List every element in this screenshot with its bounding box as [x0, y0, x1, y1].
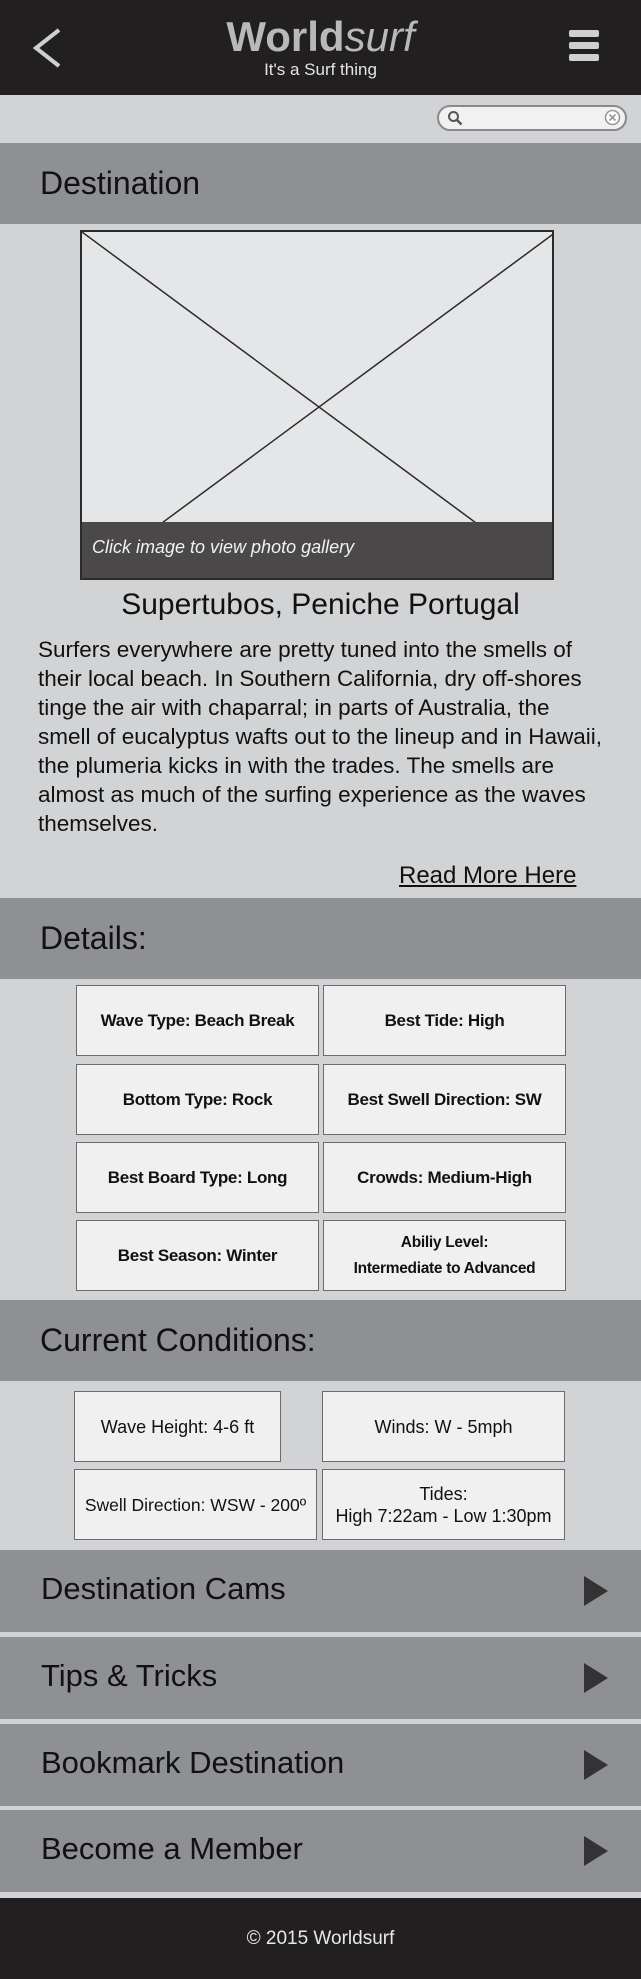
details-header: Details: [0, 898, 641, 979]
section-title: Details: [40, 920, 147, 956]
tides-label: Tides: [419, 1483, 468, 1504]
tides-value: High 7:22am - Low 1:30pm [335, 1505, 552, 1526]
play-arrow-icon [584, 1836, 608, 1866]
detail-ability-level: Abiliy Level: Intermediate to Advanced [323, 1220, 566, 1291]
logo[interactable]: Worldsurf It's a Surf thing [0, 14, 641, 80]
section-title: Current Conditions: [40, 1322, 316, 1358]
detail-crowds: Crowds: Medium-High [323, 1142, 566, 1213]
detail-best-tide: Best Tide: High [323, 985, 566, 1056]
nav-label: Tips & Tricks [41, 1658, 218, 1693]
detail-wave-type: Wave Type: Beach Break [76, 985, 319, 1056]
hamburger-menu-icon[interactable] [569, 30, 599, 62]
condition-winds: Winds: W - 5mph [322, 1391, 565, 1462]
section-title: Destination [40, 165, 201, 201]
detail-best-swell-direction: Best Swell Direction: SW [323, 1064, 566, 1135]
condition-tides: Tides: High 7:22am - Low 1:30pm [322, 1469, 565, 1540]
nav-become-member[interactable]: Become a Member [0, 1810, 641, 1892]
nav-destination-cams[interactable]: Destination Cams [0, 1550, 641, 1632]
ability-level-label: Abiliy Level: [400, 1233, 489, 1251]
destination-header: Destination [0, 143, 641, 224]
condition-wave-height: Wave Height: 4-6 ft [74, 1391, 281, 1462]
clear-search-icon[interactable] [604, 109, 621, 126]
nav-label: Destination Cams [41, 1571, 286, 1606]
play-arrow-icon [584, 1576, 608, 1606]
app-header: Worldsurf It's a Surf thing [0, 0, 641, 95]
current-conditions-header: Current Conditions: [0, 1300, 641, 1381]
nav-bookmark-destination[interactable]: Bookmark Destination [0, 1724, 641, 1806]
footer: © 2015 Worldsurf [0, 1898, 641, 1979]
photo-caption: Click image to view photo gallery [82, 522, 552, 578]
nav-label: Bookmark Destination [41, 1745, 345, 1780]
ability-level-value: Intermediate to Advanced [353, 1259, 536, 1277]
detail-best-board-type: Best Board Type: Long [76, 1142, 319, 1213]
search-icon [448, 111, 463, 126]
play-arrow-icon [584, 1750, 608, 1780]
destination-description: Surfers everywhere are pretty tuned into… [38, 637, 603, 836]
detail-bottom-type: Bottom Type: Rock [76, 1064, 319, 1135]
search-input[interactable] [467, 109, 601, 127]
search-field[interactable] [437, 105, 627, 131]
nav-tips-tricks[interactable]: Tips & Tricks [0, 1637, 641, 1719]
read-more-link[interactable]: Read More Here [399, 862, 576, 890]
nav-label: Become a Member [41, 1831, 303, 1866]
brand-name: Worldsurf [226, 13, 415, 60]
play-arrow-icon [584, 1663, 608, 1693]
copyright-text: © 2015 Worldsurf [246, 1928, 395, 1949]
condition-swell-direction: Swell Direction: WSW - 200º [74, 1469, 317, 1540]
tagline: It's a Surf thing [264, 60, 377, 79]
detail-best-season: Best Season: Winter [76, 1220, 319, 1291]
destination-name: Supertubos, Peniche Portugal [121, 588, 520, 621]
search-bar [0, 95, 641, 143]
photo-gallery-image[interactable]: Click image to view photo gallery [80, 230, 554, 580]
